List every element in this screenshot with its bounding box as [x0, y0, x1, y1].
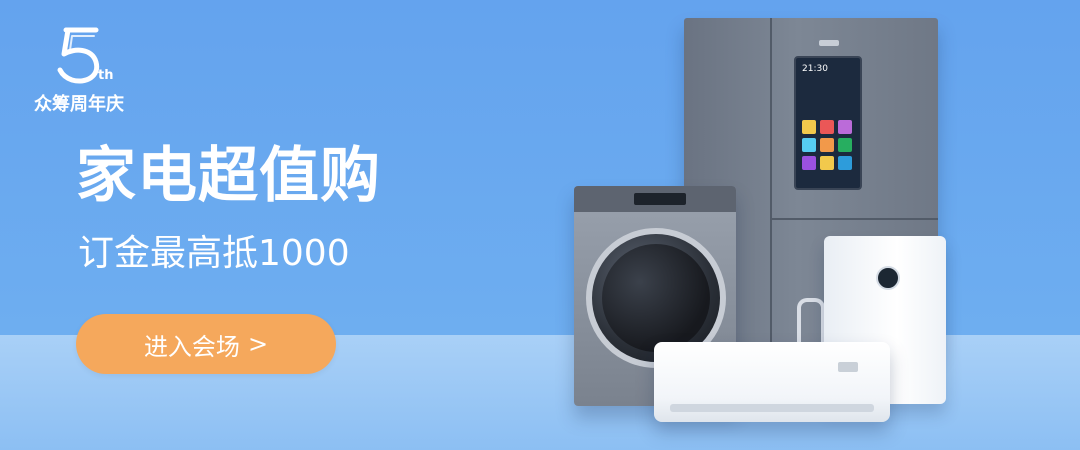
app-tile — [820, 120, 834, 134]
banner-subtitle: 订金最高抵1000 — [78, 233, 350, 274]
enter-venue-label: 进入会场 — [143, 332, 240, 361]
app-tile — [820, 156, 834, 170]
app-tile — [802, 156, 816, 170]
app-tile — [802, 138, 816, 152]
app-tile — [838, 156, 852, 170]
enter-venue-button[interactable]: 进入会场 > — [76, 314, 336, 374]
ac-display — [838, 362, 858, 372]
washer-display — [634, 193, 686, 205]
fridge-screen: 21:30 — [794, 56, 862, 190]
fridge-drawer-split — [772, 218, 938, 220]
ac-vent — [670, 404, 874, 412]
anniversary-logo: th 众筹周年庆 — [34, 24, 154, 119]
logo-text: 众筹周年庆 — [34, 94, 124, 115]
fridge-brand-mark — [819, 40, 839, 46]
app-tile — [838, 138, 852, 152]
app-tile — [802, 120, 816, 134]
water-faucet-image — [797, 298, 825, 344]
fridge-screen-time: 21:30 — [802, 64, 828, 74]
banner-title: 家电超值购 — [76, 141, 381, 211]
app-tile — [838, 120, 852, 134]
app-tile — [820, 138, 834, 152]
logo-suffix: th — [98, 68, 114, 83]
chevron-right-icon: > — [247, 330, 269, 358]
fridge-door-split — [770, 18, 772, 348]
purifier-badge-icon — [876, 266, 900, 290]
air-conditioner-image — [654, 342, 890, 422]
washer-door-glass — [602, 244, 710, 352]
promo-banner[interactable]: th 众筹周年庆 家电超值购 订金最高抵1000 进入会场 > 21:30 — [0, 0, 1080, 450]
